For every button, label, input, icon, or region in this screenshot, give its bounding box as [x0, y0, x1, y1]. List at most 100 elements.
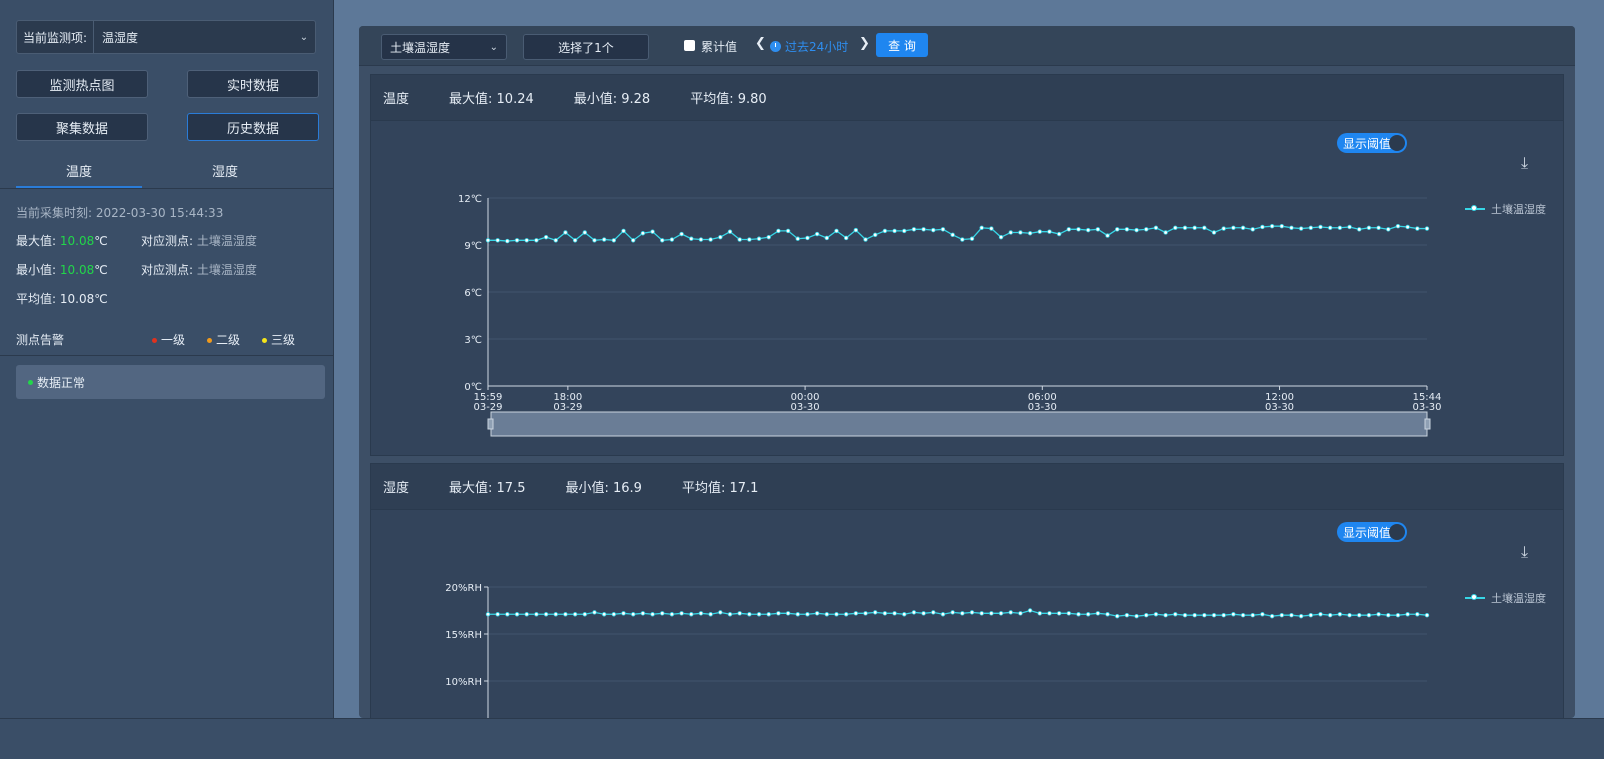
data-point [495, 238, 500, 243]
data-point [814, 611, 820, 616]
data-point [979, 225, 984, 230]
data-point [1027, 608, 1033, 613]
data-point [1366, 225, 1372, 230]
data-point [514, 238, 520, 243]
chart-avg: 平均值: 9.80 [690, 92, 767, 107]
data-point [776, 228, 781, 234]
temperature-chart-card: 温度 最大值: 10.24 最小值: 9.28 平均值: 9.80 显示阈值 ⤓… [370, 74, 1564, 456]
monitor-item-label: 当前监测项: [17, 21, 95, 53]
data-point [1395, 223, 1401, 229]
data-point [1202, 612, 1207, 618]
data-point [708, 237, 713, 242]
data-point [1008, 230, 1013, 235]
divider [0, 355, 333, 356]
data-point [1308, 225, 1314, 230]
point-label: 对应测点: [141, 263, 194, 277]
zoom-handle-left [487, 418, 494, 430]
data-point [873, 232, 878, 238]
history-data-button[interactable]: 历史数据 [187, 113, 319, 141]
collect-time-label: 当前采集时刻: [16, 206, 93, 220]
next-range-arrow-icon[interactable]: ❯ [859, 36, 870, 51]
data-point [1085, 612, 1091, 617]
data-point [640, 611, 646, 616]
monitor-item-value: 温湿度 [102, 30, 139, 45]
max-value: 10.08 [59, 234, 95, 248]
level-2-label: 二级 [216, 333, 241, 347]
data-point [1240, 225, 1246, 230]
data-point [1298, 613, 1304, 619]
data-point [1424, 226, 1430, 231]
data-point [650, 612, 655, 617]
data-point [1115, 227, 1120, 232]
data-point [563, 230, 568, 235]
data-point [1366, 612, 1372, 618]
data-point [1095, 227, 1101, 232]
y-tick-label: 3℃ [464, 335, 482, 346]
collect-time-value: 2022-03-30 15:44:33 [95, 206, 224, 220]
data-point [553, 612, 558, 617]
data-point [940, 227, 946, 232]
data-point [1153, 225, 1159, 230]
prev-range-arrow-icon[interactable]: ❮ [755, 36, 766, 51]
data-point [1386, 227, 1391, 232]
data-point [882, 228, 888, 234]
x-tick-date: 03-30 [1412, 402, 1441, 413]
data-point [1047, 611, 1052, 616]
time-range[interactable]: 过去24小时 [770, 38, 848, 55]
tab-humidity[interactable]: 湿度 [162, 162, 288, 188]
data-point [1105, 233, 1110, 238]
data-point [1279, 612, 1284, 618]
data-point [1415, 612, 1420, 617]
data-point [679, 231, 684, 237]
data-point [785, 228, 791, 234]
cumulative-checkbox[interactable] [684, 40, 695, 51]
level-2-dot [207, 338, 212, 343]
data-point [650, 229, 655, 234]
data-point [1337, 225, 1343, 230]
data-point [1182, 612, 1188, 618]
clock-icon [770, 41, 781, 52]
data-point [1395, 612, 1401, 618]
data-point [698, 237, 704, 242]
data-point [1105, 612, 1110, 617]
zoom-slider [490, 411, 1428, 437]
data-point [776, 611, 781, 616]
data-point [572, 612, 578, 617]
level-3-dot [262, 338, 267, 343]
data-point [660, 238, 665, 243]
aggregate-data-button[interactable]: 聚集数据 [16, 113, 148, 141]
data-point [1134, 613, 1139, 619]
data-point [485, 612, 491, 617]
collect-time: 当前采集时刻: 2022-03-30 15:44:33 [16, 204, 223, 221]
data-point [1163, 230, 1168, 235]
data-point [853, 227, 859, 233]
monitor-item-select[interactable]: 当前监测项: 温湿度 ⌄ [16, 20, 316, 54]
data-point [1066, 611, 1072, 616]
data-point [1037, 229, 1042, 234]
data-point [572, 238, 578, 243]
selected-count-button[interactable]: 选择了1个 [523, 34, 649, 60]
data-point [727, 612, 733, 617]
chart-min: 最小值: 16.9 [565, 481, 642, 496]
data-point [1376, 225, 1381, 230]
data-point [1115, 613, 1120, 619]
time-range-label: 过去24小时 [785, 40, 849, 54]
heatmap-button[interactable]: 监测热点图 [16, 70, 148, 98]
max-label: 最大值: [16, 234, 57, 248]
data-point [843, 235, 849, 241]
data-point [689, 612, 694, 617]
data-point [1056, 611, 1062, 616]
data-point [737, 611, 742, 616]
alarm-title: 测点告警 [16, 333, 65, 347]
cumulative-label: 累计值 [701, 40, 738, 54]
chart-min: 最小值: 9.28 [573, 92, 651, 107]
realtime-data-button[interactable]: 实时数据 [187, 70, 319, 98]
tab-temperature[interactable]: 温度 [16, 162, 142, 188]
data-point [582, 230, 588, 235]
data-point [727, 229, 733, 234]
data-point [756, 612, 762, 617]
query-button[interactable]: 查 询 [876, 33, 928, 57]
data-point [882, 611, 888, 616]
temperature-chart-header: 温度 最大值: 10.24 最小值: 9.28 平均值: 9.80 [371, 75, 1563, 121]
device-select[interactable]: 土壤温湿度 ⌄ [381, 34, 507, 60]
